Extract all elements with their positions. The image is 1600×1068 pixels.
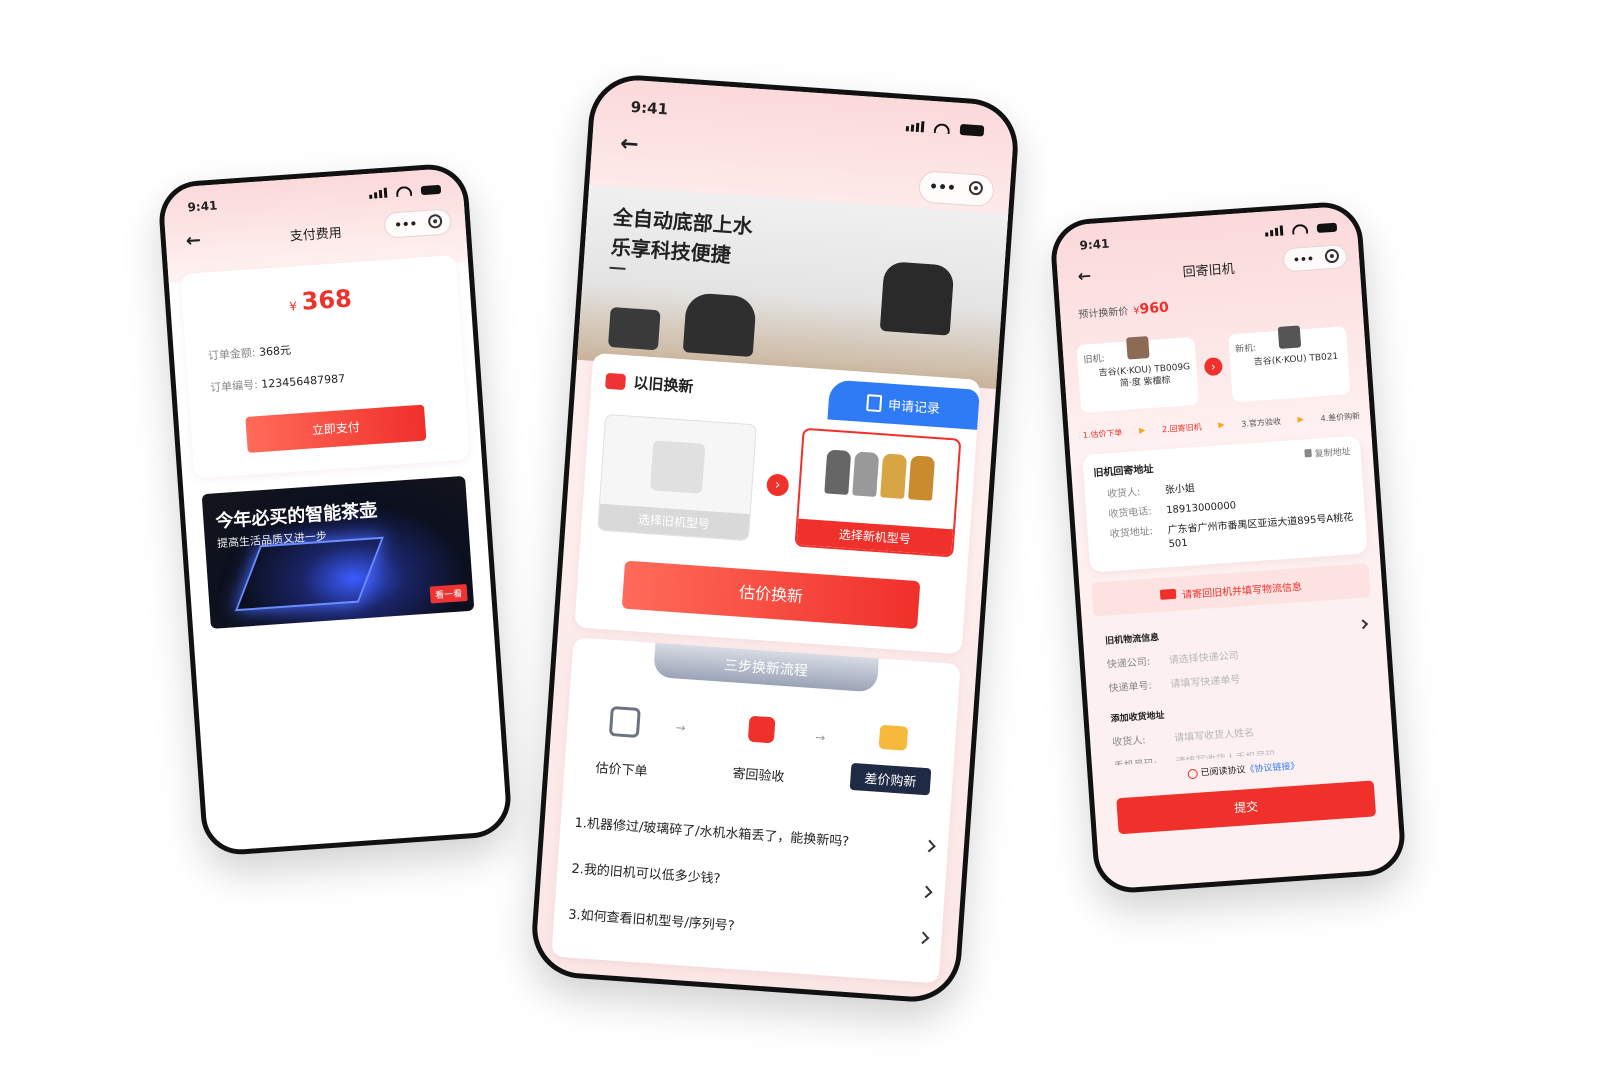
copy-icon [1304,448,1312,458]
new-device-card: 新机: 吉谷(K·KOU) TB021 [1228,325,1351,403]
trade-in-header: 以旧换新 [605,370,694,397]
step-upgrade: 差价购新 [849,723,934,796]
status-time: 9:41 [1079,236,1110,253]
kettle-image [607,306,661,351]
phone-payment: 9:41 ← 支付费用 ••• ¥ 368 订单金额: 368元 订单编号: 1… [156,162,514,857]
step-return: 寄回验收 [720,714,800,786]
trade-in-title: 以旧换新 [632,373,695,396]
logistics-form: 旧机物流信息 快递公司: 请选择快递公司 快递单号: 请填写快递单号 添加收货地址 … [1082,596,1394,767]
gauge-icon [608,705,641,738]
signal-icon [1264,225,1283,237]
address-card: 旧机回寄地址 复制地址 收货人: 张小姐 收货电话: 18913000000 收货地… [1082,435,1368,573]
mini-program-capsule[interactable]: ••• [1282,244,1348,273]
record-icon [866,393,883,412]
truck-icon [1159,588,1177,600]
apply-record-tab[interactable]: 申请记录 [827,379,980,430]
hero-divider [609,266,626,270]
kettle-image [879,260,955,336]
copy-address-button[interactable]: 复制地址 [1304,444,1351,460]
return-icon [747,715,776,744]
estimate-button[interactable]: 估价换新 [621,560,921,630]
kettle-placeholder-icon [650,440,706,494]
currency-symbol: ¥ [288,299,298,314]
pay-now-button[interactable]: 立即支付 [245,404,427,453]
chevron-right-icon [916,930,930,944]
submit-button[interactable]: 提交 [1116,780,1377,835]
new-device-thumb [1277,325,1302,349]
phone-return-device: 9:41 ← 回寄旧机 ••• 预计换新价 ¥960 旧机: 吉谷(K·KOU)… [1048,199,1408,896]
promo-banner[interactable]: 今年必买的智能茶壶 提高生活品质又进一步 看一看 [201,475,475,629]
banner-button[interactable]: 看一看 [429,584,468,604]
close-icon[interactable] [968,180,984,196]
more-icon[interactable]: ••• [920,178,966,197]
chevron-right-icon [923,839,936,852]
arrow-right-icon: › [765,473,790,497]
payment-card: ¥ 368 订单金额: 368元 订单编号: 123456487987 立即支付 [180,254,470,479]
battery-icon [1316,222,1338,234]
new-badge-icon [605,372,627,390]
select-new-model[interactable]: 选择新机型号 [794,427,962,558]
step-arrow-icon: → [675,720,687,736]
kettle-image [682,292,757,357]
phone-trade-in: 9:41 ← ••• 全自动底部上水 乐享科技便捷 以旧换新 申请记录 选择旧机… [528,72,1022,1005]
chevron-right-icon [919,885,933,898]
status-time: 9:41 [630,97,669,119]
chevron-right-icon[interactable] [1358,618,1369,629]
wifi-icon [1291,223,1309,235]
more-icon[interactable]: ••• [1284,251,1324,267]
wifi-icon [933,123,951,135]
faq-list: 1.机器修过/玻璃碎了/水机水箱丢了，能换新吗? 2.我的旧机可以低多少钱? 3… [567,798,936,961]
mini-program-capsule[interactable]: ••• [383,208,453,239]
progress-steps: 1.估价下单 ▶ 2.回寄旧机 ▶ 3.官方验收 ▶ 4.差价购新 [1082,411,1361,440]
steps-title-tab: 三步换新流程 [653,642,879,693]
back-icon[interactable]: ← [619,131,639,157]
amount-value: 368 [300,284,353,316]
banner-title: 今年必买的智能茶壶 [214,500,378,533]
step-estimate: 估价下单 [586,705,661,781]
more-icon[interactable]: ••• [385,216,427,233]
mini-program-capsule[interactable]: ••• [917,170,995,208]
signal-icon [905,120,924,133]
battery-icon [959,123,985,137]
header-area: 9:41 ← 回寄旧机 ••• 预计换新价 ¥960 旧机: 吉谷(K·KOU)… [1054,205,1373,466]
close-icon[interactable] [427,213,443,229]
old-device-card: 旧机: 吉谷(K·KOU) TB009G 简·度 紫檀棕 [1076,336,1199,413]
trade-in-card: 以旧换新 申请记录 选择旧机型号 › 选择新机型号 估价换新 [574,352,981,655]
steps-card: 三步换新流程 估价下单 → 寄回验收 → 差价购新 1.机器修过/玻璃碎了/水机… [551,637,961,984]
select-old-model[interactable]: 选择旧机型号 [597,413,757,542]
old-device-thumb [1126,336,1150,360]
battery-icon [420,184,442,196]
arrow-right-icon: › [1203,356,1223,377]
step-arrow-icon: → [814,730,826,745]
status-time: 9:41 [187,198,218,215]
radio-icon[interactable] [1187,768,1199,779]
wifi-icon [395,185,413,197]
new-kettles-image [800,448,958,503]
close-icon[interactable] [1324,248,1340,264]
signal-icon [368,187,387,199]
wallet-icon [878,724,909,751]
address-lines: 收货人: 张小姐 收货电话: 18913000000 收货地址: 广东省广州市番禺区亚… [1106,483,1354,551]
